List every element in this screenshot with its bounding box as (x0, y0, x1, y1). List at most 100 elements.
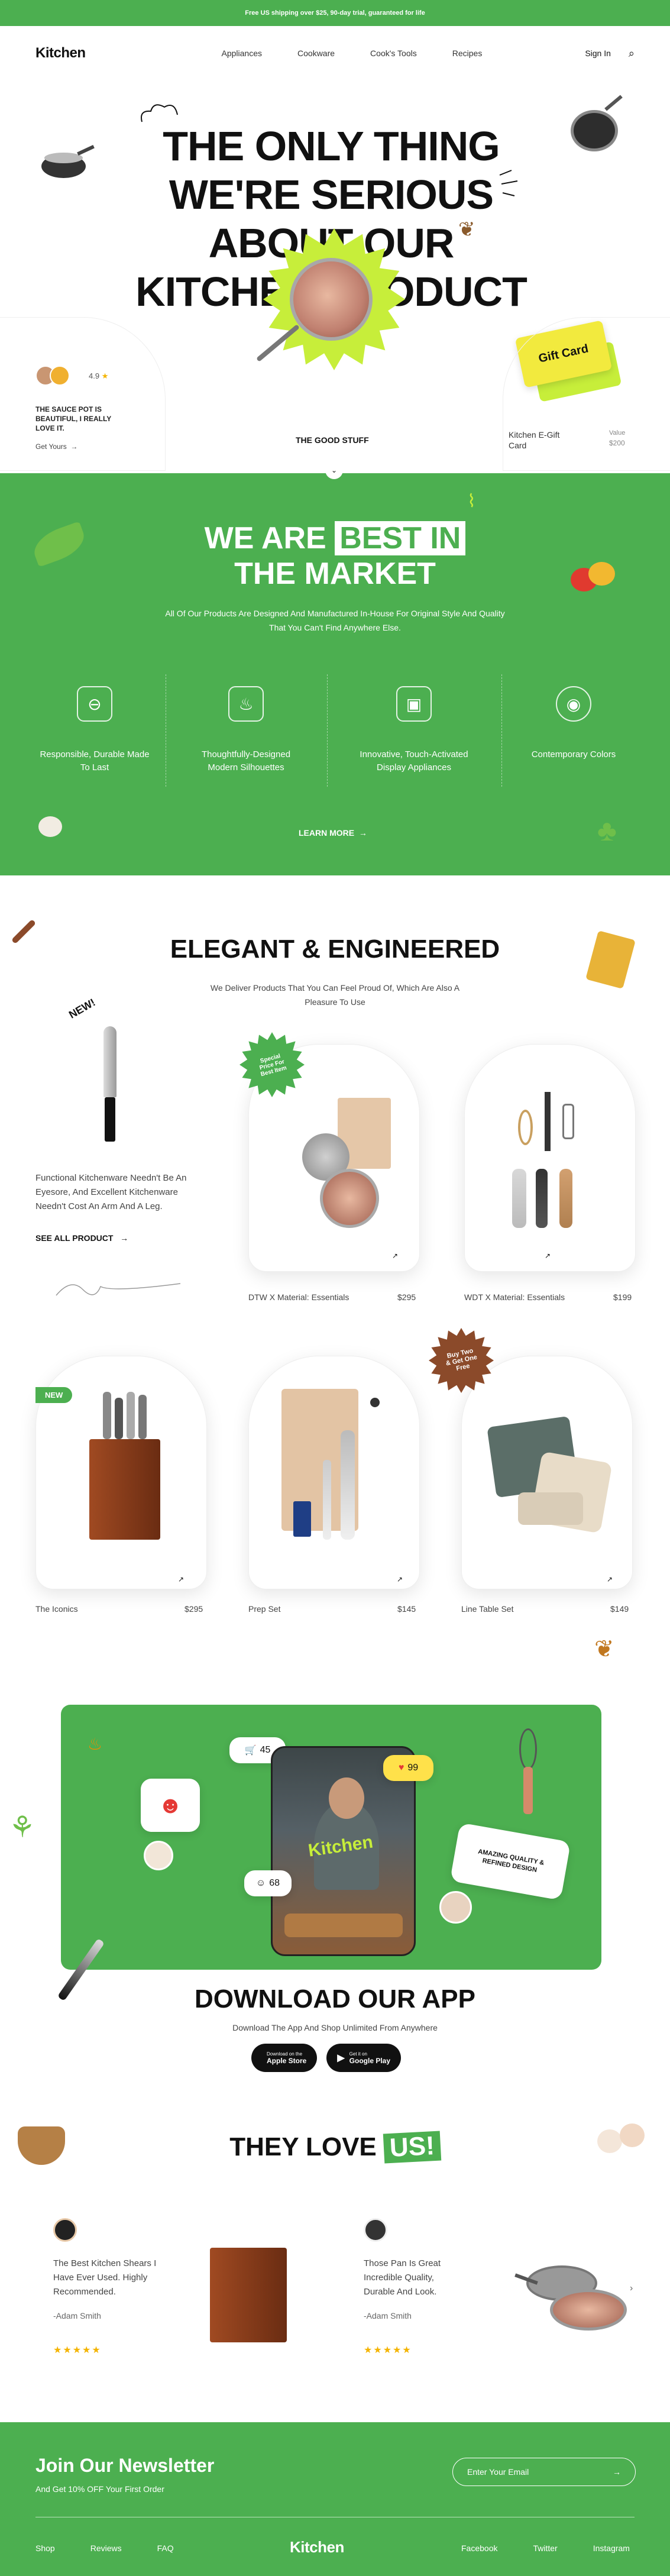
app-subtitle: Download The App And Shop Unlimited From… (232, 2023, 438, 2032)
avatar (364, 2218, 387, 2242)
footer-logo[interactable]: Kitchen (290, 2538, 344, 2556)
quality-bubble: AMAZING QUALITY & REFINED DESIGN (449, 1822, 571, 1901)
product-price: $149 (610, 1604, 629, 1614)
announcement-bar: Free US shipping over $25, 90-day trial,… (0, 0, 670, 26)
elegant-section: ELEGANT & ENGINEERED We Deliver Products… (0, 875, 670, 1686)
footer-link-facebook[interactable]: Facebook (461, 2543, 497, 2553)
newsletter-subtitle: And Get 10% OFF Your First Order (35, 2484, 164, 2494)
chef-avatar (439, 1891, 472, 1924)
feature-divider (327, 674, 328, 787)
see-all-products-link[interactable]: SEE ALL PRODUCT → (35, 1233, 128, 1243)
microwave-icon: ▣ (396, 686, 432, 722)
linen-set-image (483, 1415, 613, 1534)
good-stuff-label: THE GOOD STUFF (296, 435, 369, 445)
hearts-bubble: ♥ 99 (383, 1755, 433, 1781)
nav-link-cookware[interactable]: Cookware (297, 49, 335, 58)
testimonials-title: THEY LOVE US! (0, 2131, 670, 2164)
next-arrow-icon[interactable]: › (630, 2283, 633, 2294)
arrow-icon[interactable]: ↗ (607, 1575, 613, 1583)
submit-arrow-icon[interactable]: → (613, 2467, 621, 2477)
main-nav: Kitchen Appliances Cookware Cook's Tools… (0, 26, 670, 80)
review-text: THE SAUCE POT IS BEAUTIFUL, I REALLY LOV… (35, 405, 112, 432)
newsletter-footer: Join Our Newsletter And Get 10% OFF Your… (0, 2422, 670, 2576)
product-price: $199 (613, 1292, 632, 1302)
product-price: $145 (397, 1604, 416, 1614)
squiggle-doodle-icon (56, 1283, 181, 1296)
footer-link-instagram[interactable]: Instagram (593, 2543, 630, 2553)
avatar (53, 2218, 77, 2242)
emoji-bubble: ☻ (141, 1779, 200, 1832)
views-bubble: ☺ 68 (244, 1870, 292, 1896)
cookware-set-image (279, 1098, 391, 1234)
announcement-text: Free US shipping over $25, 90-day trial,… (245, 9, 425, 17)
get-yours-link[interactable]: Get Yours → (35, 442, 77, 451)
knife-block-image (83, 1392, 166, 1546)
elegant-subtitle: We Deliver Products That You Can Feel Pr… (210, 983, 460, 1007)
footer-link-reviews[interactable]: Reviews (90, 2543, 122, 2553)
testimonial-card: The Best Kitchen Shears I Have Ever Used… (53, 2218, 231, 2372)
scroll-down-button[interactable]: ⌄ (325, 461, 343, 479)
user-icon: ☺ (255, 1878, 266, 1888)
product-price: $295 (397, 1292, 416, 1302)
brand-logo[interactable]: Kitchen (35, 45, 86, 62)
search-icon[interactable]: ⌕ (629, 47, 635, 60)
feature-item: ◉ Contemporary Colors (514, 686, 633, 761)
apple-store-button[interactable]: Download on the Apple Store (251, 2044, 318, 2072)
product-name: Prep Set (248, 1604, 281, 1614)
product-name: Line Table Set (461, 1604, 514, 1614)
product-card[interactable]: ↗ (464, 1044, 636, 1272)
avatar (50, 366, 70, 386)
sprout-doodle-icon: ⌇ (467, 492, 476, 511)
spring-onion-image: ⚘ (9, 1811, 35, 1844)
page: Free US shipping over $25, 90-day trial,… (0, 0, 670, 2576)
elegant-description: Functional Kitchenware Needn't Be An Eye… (35, 1173, 187, 1211)
new-tag: NEW! (66, 996, 98, 1021)
rating-value: 4.9 ★ (89, 371, 109, 380)
arrow-icon[interactable]: ↗ (397, 1575, 403, 1583)
nav-link-cooks-tools[interactable]: Cook's Tools (370, 49, 417, 58)
hero-section: ❦ THE ONLY THING WE'RE SERIOUS ABOUT OUR… (0, 80, 670, 473)
butterfly-icon: ❦ (594, 1636, 614, 1662)
footer-link-faq[interactable]: FAQ (157, 2543, 174, 2553)
product-card[interactable]: ↗ (248, 1356, 420, 1589)
fire-icon: ♨ (88, 1735, 103, 1753)
reviewer-avatars (35, 366, 70, 386)
nav-link-recipes[interactable]: Recipes (452, 49, 483, 58)
feature-item: ⊖ Responsible, Durable Made To Last (35, 686, 154, 774)
wood-box-image (210, 2248, 287, 2342)
chef-avatar (144, 1841, 173, 1870)
testimonial-author: -Adam Smith (53, 2311, 101, 2320)
garlic-image (38, 816, 62, 837)
footer-link-twitter[interactable]: Twitter (533, 2543, 557, 2553)
play-icon: ▶ (337, 2053, 345, 2063)
product-card[interactable]: ↗ (461, 1356, 633, 1589)
nav-link-appliances[interactable]: Appliances (222, 49, 263, 58)
saucepan-icon: ⊖ (77, 686, 112, 722)
arrow-icon[interactable]: ↗ (545, 1252, 551, 1260)
sign-in-link[interactable]: Sign In (585, 49, 611, 58)
promo-badge: Buy Two & Get One Free (429, 1328, 494, 1393)
market-section: ⌄ ⌇ WE ARE BEST IN THE MARKET All Of Our… (0, 461, 670, 875)
new-label: NEW (35, 1387, 73, 1403)
google-play-button[interactable]: ▶ Get it on Google Play (326, 2044, 402, 2072)
feature-item: ♨ Thoughtfully-Designed Modern Silhouett… (187, 686, 305, 774)
testimonial-quote: Those Pan Is Great Incredible Quality, D… (364, 2258, 441, 2297)
gift-card-border (503, 317, 670, 471)
footer-link-shop[interactable]: Shop (35, 2543, 55, 2553)
market-subtitle: All Of Our Products Are Designed And Man… (165, 609, 505, 632)
learn-more-button[interactable]: LEARN MORE → (299, 828, 367, 838)
email-field[interactable]: Enter Your Email → (452, 2458, 636, 2486)
prep-set-image (281, 1389, 388, 1554)
app-banner: ♨ ☻ 🛒 45 Kitchen ♥ 99 ☺ 68 AMAZING QUALITY … (61, 1705, 601, 1970)
arrow-icon[interactable]: ↗ (392, 1252, 398, 1260)
chef-knife-image (103, 1026, 116, 1145)
arrow-icon[interactable]: ↗ (178, 1575, 184, 1583)
heart-icon: ♥ (398, 1763, 404, 1773)
rating-stars: ★★★★★ (364, 2345, 412, 2355)
feature-divider (501, 674, 502, 787)
product-name: WDT X Material: Essentials (464, 1292, 565, 1302)
newsletter-title: Join Our Newsletter (35, 2455, 215, 2476)
cart-icon: 🛒 (244, 1746, 257, 1756)
copper-pan-image (290, 258, 373, 341)
special-price-badge: Special Price For Best Item (239, 1032, 305, 1097)
